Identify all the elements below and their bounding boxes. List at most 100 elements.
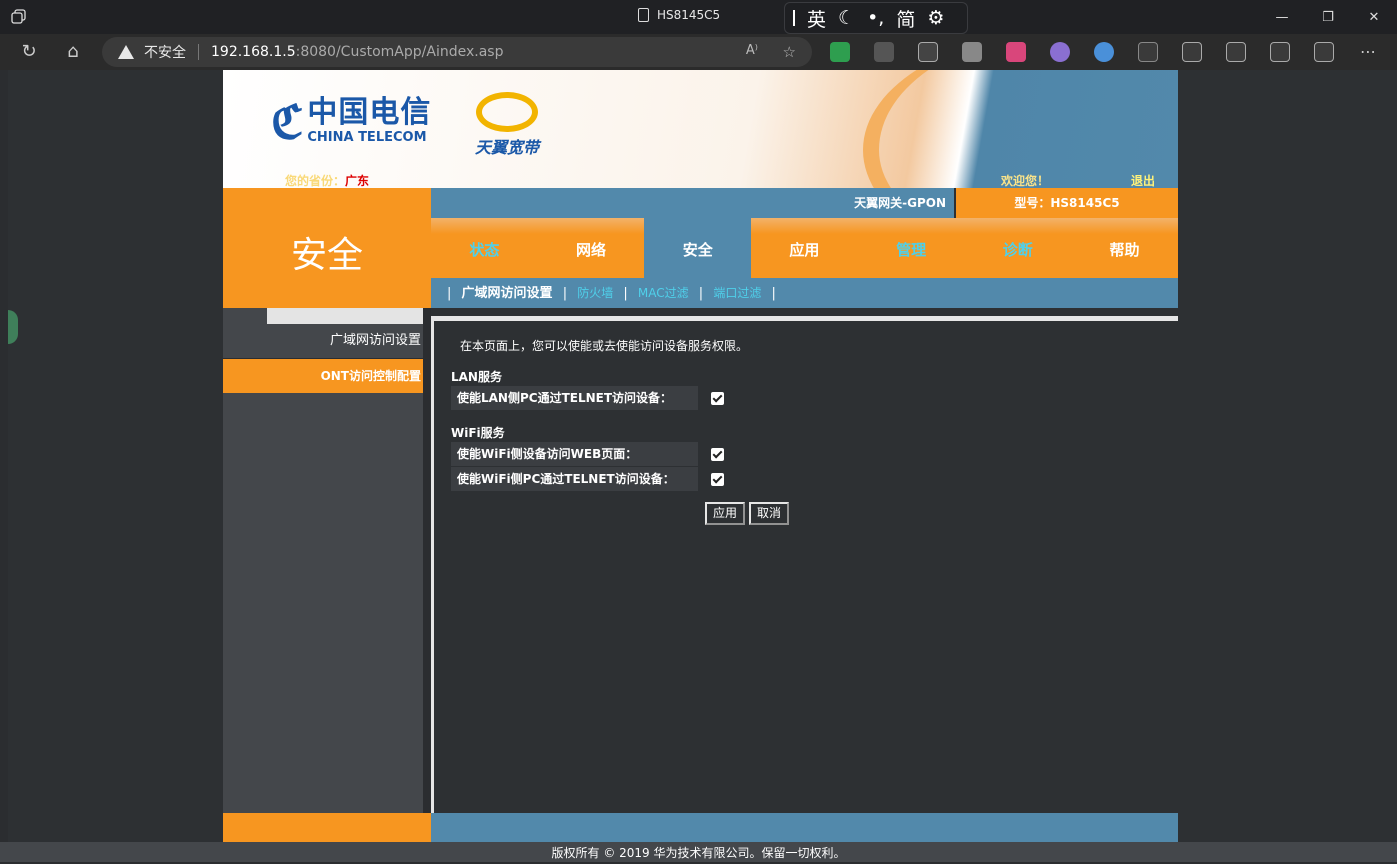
section-title: 安全 xyxy=(290,235,363,276)
submenu-separator: | xyxy=(698,286,704,301)
security-label[interactable]: 不安全 xyxy=(144,42,186,62)
home-icon[interactable]: ⌂ xyxy=(59,40,87,64)
submenu-port-filter[interactable]: 端口过滤 xyxy=(713,286,761,300)
translate-extension-icon[interactable] xyxy=(1006,42,1026,62)
left-nav-strip xyxy=(267,308,423,324)
submenu-separator: | xyxy=(562,286,568,301)
menu-help[interactable]: 帮助 xyxy=(1071,218,1178,278)
copyright-footer: 版权所有 © 2019 华为技术有限公司。保留一切权利。 xyxy=(0,842,1397,862)
model-label: 型号：HS8145C5 xyxy=(956,188,1178,218)
refresh-icon[interactable]: ↻ xyxy=(15,40,43,64)
glasses-extension-icon[interactable] xyxy=(874,42,894,62)
restore-button[interactable]: ❐ xyxy=(1305,0,1351,34)
menu-security[interactable]: 安全 xyxy=(644,218,752,278)
browser-essentials-icon[interactable] xyxy=(1314,42,1334,62)
ime-script-toggle[interactable]: 简 xyxy=(896,5,915,32)
minimize-button[interactable]: — xyxy=(1259,0,1305,34)
wifi-telnet-checkbox[interactable] xyxy=(711,473,724,486)
menu-network[interactable]: 网络 xyxy=(538,218,645,278)
wifi-section-title: WiFi服务 xyxy=(451,426,505,440)
ime-lang-toggle[interactable]: 英 xyxy=(807,5,826,32)
window-title: HS8145C5 xyxy=(638,8,720,22)
browser-toolbar: ↻ ⌂ 不安全 192.168.1.5 :8080/CustomApp/Aind… xyxy=(0,34,1397,70)
telecom-emblem-icon: ℭ xyxy=(271,94,304,149)
split-screen-icon[interactable] xyxy=(1226,42,1246,62)
gateway-name: 天翼网关-GPON xyxy=(431,188,954,218)
banner: ℭ 中国电信 CHINA TELECOM 天翼宽带 您的省份：广东 欢迎您！ 退… xyxy=(223,70,1178,188)
welcome-text: 欢迎您！ xyxy=(1001,174,1050,188)
main-menu: 状态 网络 安全 应用 管理 诊断 帮助 xyxy=(431,218,1178,278)
submenu-mac-filter[interactable]: MAC过滤 xyxy=(638,286,689,300)
lan-telnet-checkbox[interactable] xyxy=(711,392,724,405)
tab-actions-icon[interactable] xyxy=(11,9,27,25)
apply-button[interactable]: 应用 xyxy=(705,502,745,525)
province-info: 您的省份：广东 xyxy=(285,172,369,188)
wifi-web-label: 使能WiFi侧设备访问WEB页面： xyxy=(451,442,698,466)
submenu-separator: | xyxy=(447,286,452,301)
avatar-extension-icon[interactable] xyxy=(1050,42,1070,62)
url-path: :8080/CustomApp/Aindex.asp xyxy=(295,44,504,60)
address-bar[interactable]: 不安全 192.168.1.5 :8080/CustomApp/Aindex.a… xyxy=(102,37,812,67)
router-admin-frame: ℭ 中国电信 CHINA TELECOM 天翼宽带 您的省份：广东 欢迎您！ 退… xyxy=(223,70,1178,845)
submenu-separator: | xyxy=(771,286,776,301)
wifi-web-checkbox[interactable] xyxy=(711,448,724,461)
warning-icon[interactable] xyxy=(118,45,134,59)
ime-toolbar: 英 ☾ •, 简 ⚙ xyxy=(784,2,968,34)
tianyi-ring-icon xyxy=(476,92,538,132)
section-title-panel: 安全 xyxy=(223,188,431,308)
brand-cn: 中国电信 xyxy=(307,95,432,130)
gear-icon[interactable]: ⚙ xyxy=(927,7,944,29)
browser-titlebar: HS8145C5 英 ☾ •, 简 ⚙ — ❐ ✕ xyxy=(0,0,1397,34)
moon-icon[interactable]: ☾ xyxy=(838,7,855,29)
window-controls: — ❐ ✕ xyxy=(1259,0,1397,34)
submenu-firewall[interactable]: 防火墙 xyxy=(577,286,613,300)
lan-telnet-label: 使能LAN侧PC通过TELNET访问设备： xyxy=(451,386,698,410)
ime-punct-toggle[interactable]: •, xyxy=(867,7,884,29)
wifi-telnet-label: 使能WiFi侧PC通过TELNET访问设备： xyxy=(451,467,698,491)
logout-link[interactable]: 退出 xyxy=(1131,172,1155,188)
collections-icon[interactable] xyxy=(1138,42,1158,62)
intro-text: 在本页面上，您可以使能或去使能访问设备服务权限。 xyxy=(460,339,749,353)
qr-code-icon[interactable] xyxy=(962,42,982,62)
sub-brand: 天翼宽带 xyxy=(475,138,540,157)
leftnav-ont-access-control[interactable]: ONT访问控制配置 xyxy=(223,359,423,393)
url-divider xyxy=(198,44,199,60)
china-telecom-logo: ℭ 中国电信 CHINA TELECOM xyxy=(271,94,432,149)
favorite-star-icon[interactable]: ☆ xyxy=(783,43,796,61)
tab-title: HS8145C5 xyxy=(657,8,721,22)
menu-status[interactable]: 状态 xyxy=(431,218,538,278)
close-button[interactable]: ✕ xyxy=(1351,0,1397,34)
banner-swoosh xyxy=(863,70,1178,188)
more-menu-icon[interactable]: ⋯ xyxy=(1358,42,1378,62)
lan-section-title: LAN服务 xyxy=(451,370,502,384)
extensions-puzzle-icon[interactable] xyxy=(1182,42,1202,62)
submenu-separator: | xyxy=(623,286,628,301)
province-value: 广东 xyxy=(345,174,370,188)
leftnav-wan-access[interactable]: 广域网访问设置 xyxy=(223,324,423,358)
column-separator xyxy=(423,308,431,813)
brand-en: CHINA TELECOM xyxy=(307,130,427,145)
bottom-bar-left xyxy=(223,813,431,845)
favorites-icon[interactable] xyxy=(1270,42,1290,62)
page-viewport: ℭ 中国电信 CHINA TELECOM 天翼宽带 您的省份：广东 欢迎您！ 退… xyxy=(8,70,1397,862)
shield-extension-icon[interactable] xyxy=(830,42,850,62)
page-icon xyxy=(638,8,649,22)
submenu-wan-access[interactable]: 广域网访问设置 xyxy=(462,286,553,301)
read-aloud-icon[interactable]: A⁾ xyxy=(746,43,758,58)
screenshot-extension-icon[interactable] xyxy=(918,42,938,62)
sidebar-toggle-tab[interactable] xyxy=(8,310,18,344)
menu-application[interactable]: 应用 xyxy=(751,218,858,278)
cancel-button[interactable]: 取消 xyxy=(749,502,789,525)
bottom-bar-right xyxy=(431,813,1178,845)
extensions-bar: ⋯ xyxy=(830,42,1378,62)
menu-diagnosis[interactable]: 诊断 xyxy=(964,218,1071,278)
province-label: 您的省份： xyxy=(285,174,346,188)
ime-drag-handle[interactable] xyxy=(793,10,795,26)
cloud-extension-icon[interactable] xyxy=(1094,42,1114,62)
sub-menu: | 广域网访问设置 | 防火墙 | MAC过滤 | 端口过滤 | xyxy=(431,278,1178,308)
url-host: 192.168.1.5 xyxy=(211,44,296,60)
menu-management[interactable]: 管理 xyxy=(858,218,965,278)
main-menu-bar: 状态 网络 安全 应用 管理 诊断 帮助 xyxy=(431,218,1178,278)
main-content: 在本页面上，您可以使能或去使能访问设备服务权限。 LAN服务 使能LAN侧PC通… xyxy=(431,316,1178,813)
tianyi-logo: 天翼宽带 xyxy=(475,92,539,158)
